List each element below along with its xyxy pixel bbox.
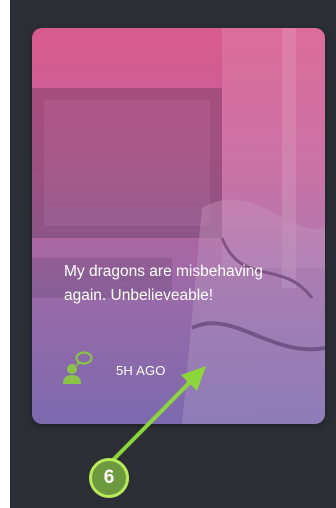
step-badge: 6: [89, 458, 129, 498]
card-message: My dragons are misbehaving again. Unbeli…: [64, 263, 264, 304]
card-timestamp: 5H AGO: [116, 363, 166, 378]
card-meta: 5H AGO: [62, 350, 166, 384]
status-card[interactable]: My dragons are misbehaving again. Unbeli…: [32, 28, 325, 424]
page-edge: [0, 0, 10, 508]
user-comment-icon[interactable]: [62, 350, 94, 384]
screen: My dragons are misbehaving again. Unbeli…: [0, 0, 336, 508]
